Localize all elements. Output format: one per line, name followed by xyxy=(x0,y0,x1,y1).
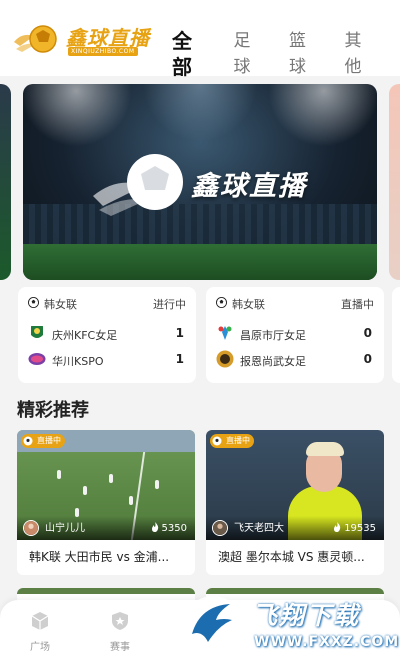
video-card[interactable]: 直播中 山宁儿儿 5350 韩K联 大田市民 vs 金浦... xyxy=(17,430,195,575)
fire-icon xyxy=(151,522,158,532)
team-score: 0 xyxy=(363,352,372,366)
tab-other[interactable]: 其他 xyxy=(344,28,378,77)
watermark-url: WWW.FXXZ.COM xyxy=(254,634,400,650)
team-logo-icon xyxy=(31,326,43,338)
view-count-value: 19535 xyxy=(344,523,376,534)
nav-item-plaza[interactable]: 广场 xyxy=(12,610,68,658)
team-name: 报恩尚武女足 xyxy=(240,355,306,368)
tab-all[interactable]: 全部 xyxy=(172,28,211,79)
team-row: 华川KSPO 1 xyxy=(28,350,186,370)
live-badge-label: 直播中 xyxy=(37,436,61,445)
team-row: 报恩尚武女足 0 xyxy=(216,350,374,370)
match-status: 直播中 xyxy=(341,298,374,311)
match-card-header: 韩女联 直播中 xyxy=(216,296,374,312)
stadium-lights xyxy=(23,84,377,154)
nav-label: 广场 xyxy=(30,642,50,653)
app-logo: 鑫球直播 XINQIUZHIBO.COM xyxy=(12,20,152,58)
host-name: 山宁儿儿 xyxy=(45,523,85,534)
match-card-peek[interactable] xyxy=(392,287,400,383)
watermark: 飞翔下载 WWW.FXXZ.COM xyxy=(178,590,400,667)
logo-ball-icon xyxy=(14,25,57,53)
team-logo-icon xyxy=(216,350,234,368)
team-logo-icon xyxy=(28,353,46,365)
banner-next-peek[interactable] xyxy=(389,84,400,280)
banner-prev-peek[interactable] xyxy=(0,84,11,280)
match-status: 进行中 xyxy=(153,298,186,311)
banner-title: 鑫球直播 xyxy=(191,171,307,202)
top-header: 鑫球直播 XINQIUZHIBO.COM 全部 足球 篮球 其他 xyxy=(0,0,400,79)
team-name: 华川KSPO xyxy=(52,355,104,368)
soccer-ball-icon xyxy=(212,436,222,446)
soccer-ball-icon xyxy=(28,297,39,308)
team-score: 1 xyxy=(175,352,184,366)
banner-ball-icon xyxy=(93,154,183,216)
live-badge-label: 直播中 xyxy=(226,436,250,445)
tab-football[interactable]: 足球 xyxy=(233,28,267,77)
shield-icon xyxy=(112,612,128,630)
team-logo-icon xyxy=(218,326,232,340)
live-badge: 直播中 xyxy=(210,434,254,448)
video-thumbnail: 直播中 山宁儿儿 5350 xyxy=(17,430,195,540)
view-count-value: 5350 xyxy=(161,523,187,534)
tab-basketball[interactable]: 篮球 xyxy=(289,28,323,77)
video-card[interactable]: 直播中 飞天老四大 19535 澳超 墨尔本城 VS 惠灵顿... xyxy=(206,430,384,575)
promo-banner[interactable]: 鑫球直播 xyxy=(23,84,377,280)
video-title: 韩K联 大田市民 vs 金浦... xyxy=(29,550,170,564)
live-badge: 直播中 xyxy=(21,434,65,448)
host-avatar xyxy=(212,520,228,536)
watermark-title: 飞翔下载 xyxy=(252,601,361,630)
fire-icon xyxy=(334,522,341,532)
video-title: 澳超 墨尔本城 VS 惠灵顿... xyxy=(218,550,365,564)
team-name: 庆州KFC女足 xyxy=(52,329,118,342)
logo-subtitle: XINQIUZHIBO.COM xyxy=(68,47,138,56)
team-row: 昌原市厅女足 0 xyxy=(216,324,374,344)
cube-icon xyxy=(31,612,49,630)
soccer-ball-icon xyxy=(23,436,33,446)
category-tabs: 全部 足球 篮球 其他 xyxy=(172,28,400,79)
team-name: 昌原市厅女足 xyxy=(240,329,306,342)
league-name: 韩女联 xyxy=(44,298,77,311)
match-card[interactable]: 韩女联 直播中 昌原市厅女足 0 报恩尚武女足 0 xyxy=(206,287,384,383)
team-score: 1 xyxy=(175,326,184,340)
view-count: 19535 xyxy=(333,522,376,534)
host-avatar xyxy=(23,520,39,536)
match-card[interactable]: 韩女联 进行中 庆州KFC女足 1 华川KSPO 1 xyxy=(18,287,196,383)
host-name: 飞天老四大 xyxy=(234,523,284,534)
nav-item-matches[interactable]: 赛事 xyxy=(92,610,148,658)
match-card-header: 韩女联 进行中 xyxy=(28,296,186,312)
stadium-stands xyxy=(23,204,377,248)
view-count: 5350 xyxy=(151,522,187,534)
watermark-logo-icon xyxy=(183,596,243,656)
team-row: 庆州KFC女足 1 xyxy=(28,324,186,344)
stadium-pitch xyxy=(23,244,377,280)
team-score: 0 xyxy=(363,326,372,340)
soccer-ball-icon xyxy=(216,297,227,308)
video-thumbnail: 直播中 飞天老四大 19535 xyxy=(206,430,384,540)
nav-label: 赛事 xyxy=(110,642,130,653)
section-title: 精彩推荐 xyxy=(17,400,89,421)
league-name: 韩女联 xyxy=(232,298,265,311)
